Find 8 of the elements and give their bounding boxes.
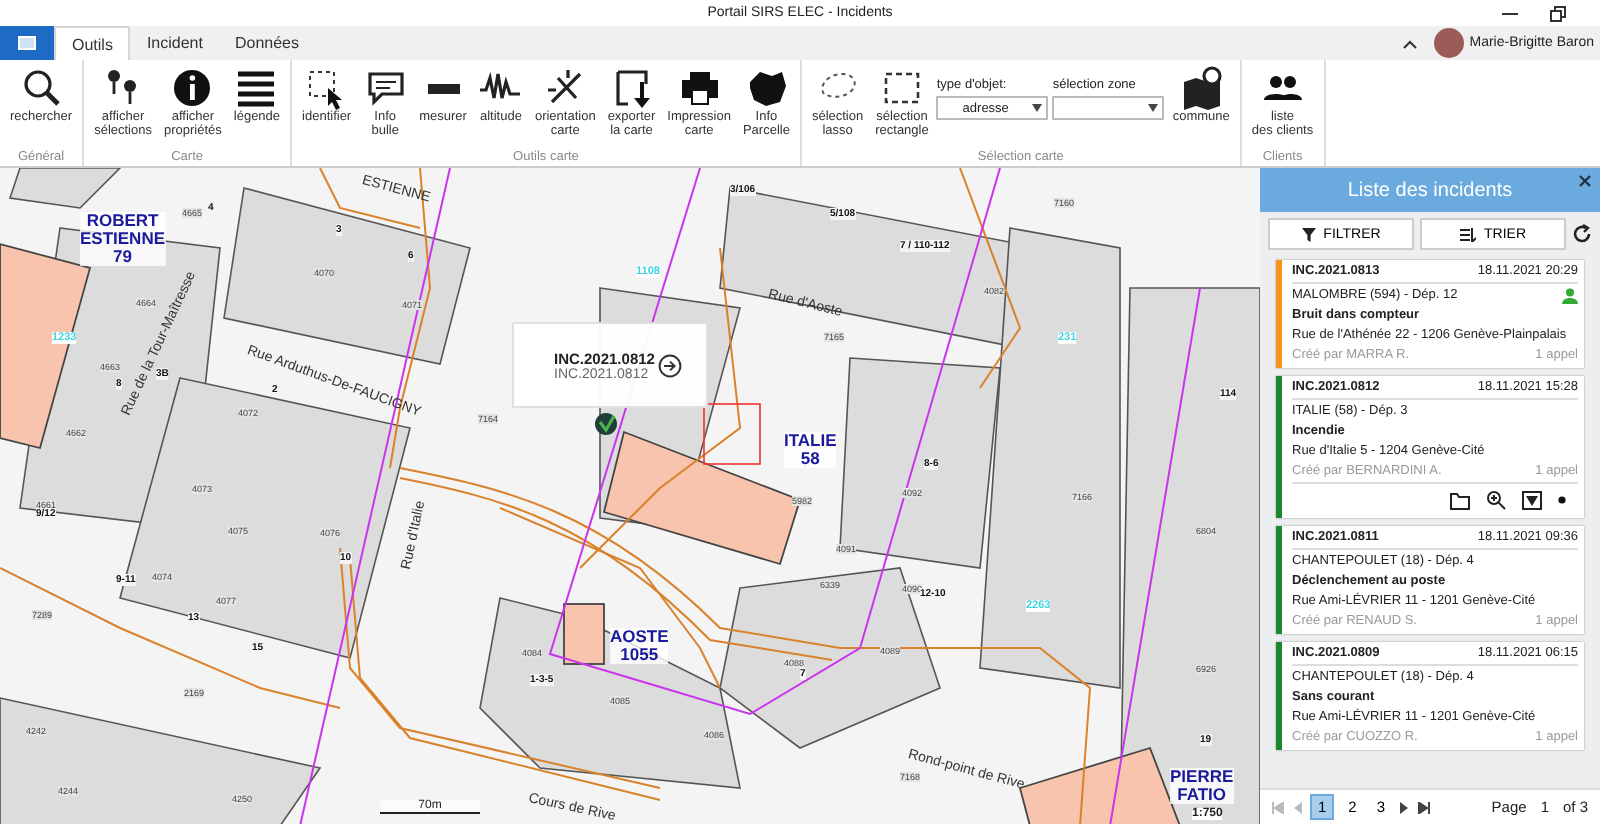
station-label: ROBERT ESTIENNE 79 bbox=[80, 212, 166, 266]
ribbon-tab[interactable]: Données bbox=[218, 26, 316, 60]
ribbon-tab[interactable]: Outils bbox=[54, 26, 131, 60]
station-label: AOSTE 1055 bbox=[610, 628, 669, 664]
ribbon-tab[interactable]: Incident bbox=[130, 26, 219, 60]
panel-title: Liste des incidents bbox=[1347, 179, 1513, 201]
station-label: ITALIE 58 bbox=[784, 432, 837, 468]
station-label: PIERRE FATIO bbox=[1170, 768, 1234, 804]
